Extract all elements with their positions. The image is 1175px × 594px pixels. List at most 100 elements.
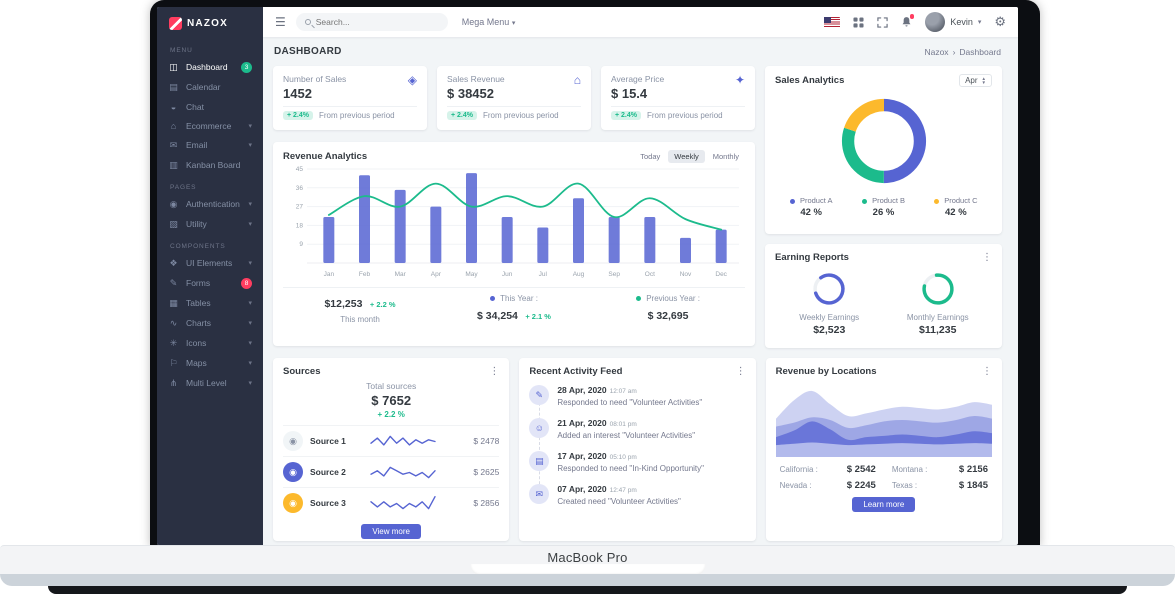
source-avatar-icon: ◉ — [283, 462, 303, 482]
stat-card: Average Price $ 15.4 ✦ + 2.4% From previ… — [601, 66, 755, 130]
sidebar-item[interactable]: ✳ Icons ▾ — [157, 333, 263, 353]
sidebar-item[interactable]: ⋔ Multi Level ▾ — [157, 373, 263, 393]
sidebar-item-label: Dashboard — [186, 62, 228, 72]
brand[interactable]: NAZOX — [157, 7, 263, 38]
sidebar-item-icon: ▦ — [168, 298, 179, 309]
sidebar-item[interactable]: ◒ Chat — [157, 97, 263, 116]
search-input[interactable] — [316, 17, 426, 27]
view-more-button[interactable]: View more — [361, 524, 421, 539]
kebab-menu-icon[interactable]: ⋮ — [736, 366, 746, 377]
sidebar-item[interactable]: ▥ Kanban Board — [157, 155, 263, 175]
sidebar-nav: MENU ◫ Dashboard 3 — [157, 47, 263, 393]
svg-text:Jun: Jun — [502, 271, 513, 278]
source-name: Source 2 — [310, 467, 360, 477]
month-label: This month — [283, 315, 437, 324]
notification-dot — [910, 14, 915, 19]
kebab-menu-icon[interactable]: ⋮ — [982, 252, 992, 263]
stat-value: $ 15.4 — [611, 86, 664, 101]
sidebar-item-badge: 8 — [241, 278, 252, 289]
mega-menu-button[interactable]: Mega Menu ▾ — [462, 17, 516, 27]
activity-item: ✎ 28 Apr, 202012:07 am Responded to need… — [529, 385, 745, 407]
fullscreen-icon[interactable] — [877, 17, 888, 28]
sidebar-item[interactable]: ⌂ Ecommerce ▾ — [157, 116, 263, 135]
revenue-analytics-card: Revenue Analytics Today Weekly Mo — [273, 142, 755, 346]
stat-card: Sales Revenue $ 38452 ⌂ + 2.4% From prev… — [437, 66, 591, 130]
this-year-delta: + 2.1 % — [525, 312, 551, 321]
macbook-deck: MacBook Pro — [0, 545, 1175, 574]
sidebar-section: PAGES ◉ Authentication ▾ — [157, 184, 263, 234]
source-sparkline-chart — [367, 429, 439, 453]
source-row[interactable]: ◉ Source 2 $ 2625 — [283, 456, 499, 487]
stat-card: Number of Sales 1452 ◈ + 2.4% From previ… — [273, 66, 427, 130]
user-menu[interactable]: Kevin ▾ — [925, 12, 981, 32]
this-year-dot — [490, 296, 495, 301]
kebab-menu-icon[interactable]: ⋮ — [982, 366, 992, 377]
learn-more-button[interactable]: Learn more — [852, 497, 915, 512]
svg-text:45: 45 — [296, 166, 304, 173]
period-tab[interactable]: Weekly — [668, 150, 704, 163]
sidebar-item[interactable]: ∿ Charts ▾ — [157, 313, 263, 333]
chevron-down-icon: ▾ — [248, 299, 252, 307]
kebab-menu-icon[interactable]: ⋮ — [489, 366, 499, 377]
source-sparkline-chart — [367, 460, 439, 484]
sidebar-item[interactable]: ❖ UI Elements ▾ — [157, 253, 263, 273]
legend-item: Product A 42 % — [775, 196, 847, 218]
legend-dot — [790, 199, 795, 204]
settings-gear-icon[interactable]: ⚙ — [994, 14, 1006, 30]
sidebar-item[interactable]: ▤ Calendar — [157, 77, 263, 97]
period-tab[interactable]: Today — [634, 150, 666, 163]
month-value: $12,253 — [324, 298, 362, 310]
chart-icon: ▤ — [529, 451, 549, 471]
stat-note: From previous period — [319, 111, 395, 120]
sidebar-item-icon: ❖ — [168, 258, 179, 269]
sidebar-item-icon: ◒ — [168, 102, 179, 112]
source-row[interactable]: ◉ Source 3 $ 2856 — [283, 487, 499, 518]
user-icon: ☺ — [529, 418, 549, 438]
svg-text:Nov: Nov — [680, 271, 692, 278]
breadcrumb: Nazox › Dashboard — [924, 47, 1001, 57]
sidebar: NAZOX MENU ◫ Dashboard — [157, 7, 263, 545]
search-box[interactable] — [296, 13, 448, 31]
sales-analytics-card: Sales Analytics Apr ▲▼ — [765, 66, 1002, 234]
chevron-down-icon: ▾ — [248, 339, 252, 347]
card-title: Sources — [283, 366, 321, 377]
period-tab[interactable]: Monthly — [707, 150, 745, 163]
sidebar-item-label: Utility — [186, 219, 207, 229]
sources-list: ◉ Source 1 $ 2478 ◉ Source 2 — [283, 425, 499, 518]
activity-text: Responded to need "Volunteer Activities" — [557, 398, 702, 407]
sidebar-item[interactable]: ▦ Tables ▾ — [157, 293, 263, 313]
card-title: Earning Reports — [775, 252, 849, 263]
sidebar-item[interactable]: ▧ Utility ▾ — [157, 214, 263, 234]
sidebar-item[interactable]: ◫ Dashboard 3 — [157, 57, 263, 77]
svg-text:Aug: Aug — [573, 271, 585, 278]
stat-title: Number of Sales — [283, 74, 346, 84]
sidebar-item-label: Charts — [186, 318, 211, 328]
sidebar-item-label: Multi Level — [186, 378, 227, 388]
svg-text:Jul: Jul — [539, 271, 548, 278]
sidebar-item-icon: ⌂ — [168, 121, 179, 131]
sidebar-item[interactable]: ⚐ Maps ▾ — [157, 353, 263, 373]
breadcrumb-root[interactable]: Nazox — [924, 47, 948, 57]
sidebar-item[interactable]: ✉ Email ▾ — [157, 135, 263, 155]
earning-body: Weekly Earnings $2,523 Monthly Earnings … — [775, 269, 992, 336]
source-row[interactable]: ◉ Source 1 $ 2478 — [283, 425, 499, 456]
pencil-icon: ✎ — [529, 385, 549, 405]
location-label: Montana : — [892, 465, 928, 474]
sidebar-item[interactable]: ✎ Forms 8 — [157, 273, 263, 293]
select-arrows-icon: ▲▼ — [982, 77, 986, 85]
activity-text: Added an interest "Volunteer Activities" — [557, 431, 695, 440]
hamburger-menu-icon[interactable]: ☰ — [275, 15, 286, 29]
sidebar-item[interactable]: ◉ Authentication ▾ — [157, 194, 263, 214]
apps-grid-icon[interactable] — [853, 17, 864, 28]
sidebar-item-icon: ⋔ — [168, 378, 179, 389]
activity-date: 07 Apr, 202012:47 pm — [557, 484, 681, 494]
dashboard-app: NAZOX MENU ◫ Dashboard — [157, 7, 1018, 545]
legend-percent: 42 % — [775, 207, 847, 218]
svg-text:27: 27 — [296, 204, 304, 211]
top-navbar: ☰ Mega Menu ▾ — [263, 7, 1018, 37]
notifications-bell-icon[interactable] — [901, 16, 912, 28]
svg-text:Mar: Mar — [395, 271, 407, 278]
sidebar-item-label: Forms — [186, 278, 210, 288]
language-flag-icon[interactable] — [824, 17, 840, 28]
month-select[interactable]: Apr ▲▼ — [959, 74, 992, 87]
